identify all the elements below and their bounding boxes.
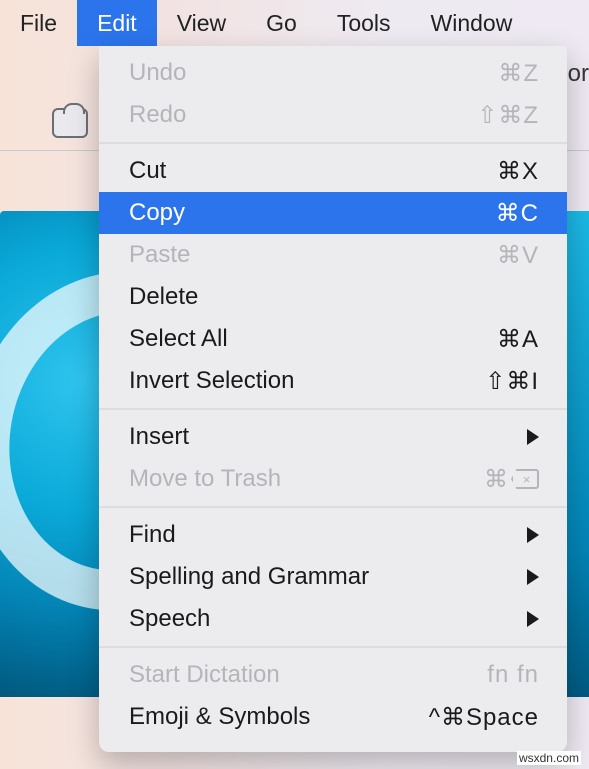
menu-item-shortcut: ⌘A (497, 325, 539, 354)
menu-item-copy[interactable]: Copy ⌘C (99, 192, 567, 234)
menu-group-3: Insert Move to Trash ⌘× (99, 410, 567, 508)
menubar-item-view[interactable]: View (157, 0, 246, 46)
menu-item-shortcut: ⌘C (496, 199, 539, 228)
menu-item-label: Paste (129, 241, 497, 269)
chevron-right-icon (527, 611, 539, 627)
menubar-item-go[interactable]: Go (246, 0, 317, 46)
menu-item-label: Speech (129, 605, 527, 633)
artwork-left (0, 211, 100, 697)
menu-item-delete[interactable]: Delete (99, 276, 567, 318)
menu-item-shortcut: ⌘V (497, 241, 539, 270)
menubar-item-window[interactable]: Window (411, 0, 533, 46)
share-icon[interactable] (52, 108, 88, 138)
menu-item-label: Insert (129, 423, 527, 451)
menu-group-1: Undo ⌘Z Redo ⇧⌘Z (99, 46, 567, 144)
menu-item-label: Delete (129, 283, 539, 311)
menu-item-label: Undo (129, 59, 498, 87)
chevron-right-icon (527, 429, 539, 445)
menu-item-find[interactable]: Find (99, 514, 567, 556)
delete-key-icon: × (511, 469, 539, 489)
menu-item-invert-selection[interactable]: Invert Selection ⇧⌘I (99, 360, 567, 402)
edit-menu-dropdown: Undo ⌘Z Redo ⇧⌘Z Cut ⌘X Copy ⌘C Paste ⌘V (99, 46, 567, 752)
watermark: wsxdn.com (517, 751, 581, 765)
menu-item-shortcut: ⇧⌘I (485, 367, 539, 396)
menu-item-label: Start Dictation (129, 661, 487, 689)
chevron-right-icon (527, 527, 539, 543)
menu-item-cut[interactable]: Cut ⌘X (99, 150, 567, 192)
menu-item-label: Select All (129, 325, 497, 353)
menu-item-shortcut: ⌘× (484, 465, 539, 494)
menu-item-label: Emoji & Symbols (129, 703, 429, 731)
menu-item-label: Invert Selection (129, 367, 485, 395)
menu-item-label: Find (129, 521, 527, 549)
menubar: File Edit View Go Tools Window (0, 0, 589, 46)
menu-group-2: Cut ⌘X Copy ⌘C Paste ⌘V Delete Select Al… (99, 144, 567, 410)
menu-item-move-to-trash[interactable]: Move to Trash ⌘× (99, 458, 567, 500)
menu-group-5: Start Dictation fn fn Emoji & Symbols ^⌘… (99, 648, 567, 744)
menu-item-emoji-symbols[interactable]: Emoji & Symbols ^⌘Space (99, 696, 567, 738)
menu-item-speech[interactable]: Speech (99, 598, 567, 640)
menu-item-label: Copy (129, 199, 496, 227)
menu-group-4: Find Spelling and Grammar Speech (99, 508, 567, 648)
menu-item-shortcut: ^⌘Space (429, 703, 539, 732)
menubar-item-edit[interactable]: Edit (77, 0, 157, 46)
menu-item-label: Cut (129, 157, 497, 185)
menu-item-shortcut: ⌘X (497, 157, 539, 186)
menubar-item-file[interactable]: File (0, 0, 77, 46)
menu-item-redo[interactable]: Redo ⇧⌘Z (99, 94, 567, 136)
menu-item-label: Redo (129, 101, 477, 129)
menu-item-paste[interactable]: Paste ⌘V (99, 234, 567, 276)
menu-item-label: Spelling and Grammar (129, 563, 527, 591)
menu-item-undo[interactable]: Undo ⌘Z (99, 52, 567, 94)
menu-item-insert[interactable]: Insert (99, 416, 567, 458)
menubar-item-tools[interactable]: Tools (317, 0, 411, 46)
chevron-right-icon (527, 569, 539, 585)
menu-item-start-dictation[interactable]: Start Dictation fn fn (99, 654, 567, 696)
menu-item-shortcut: ⌘Z (498, 59, 539, 88)
menu-item-spelling-grammar[interactable]: Spelling and Grammar (99, 556, 567, 598)
menu-item-shortcut: ⇧⌘Z (477, 101, 539, 130)
menu-item-shortcut: fn fn (487, 661, 539, 689)
menu-item-label: Move to Trash (129, 465, 484, 493)
menu-item-select-all[interactable]: Select All ⌘A (99, 318, 567, 360)
